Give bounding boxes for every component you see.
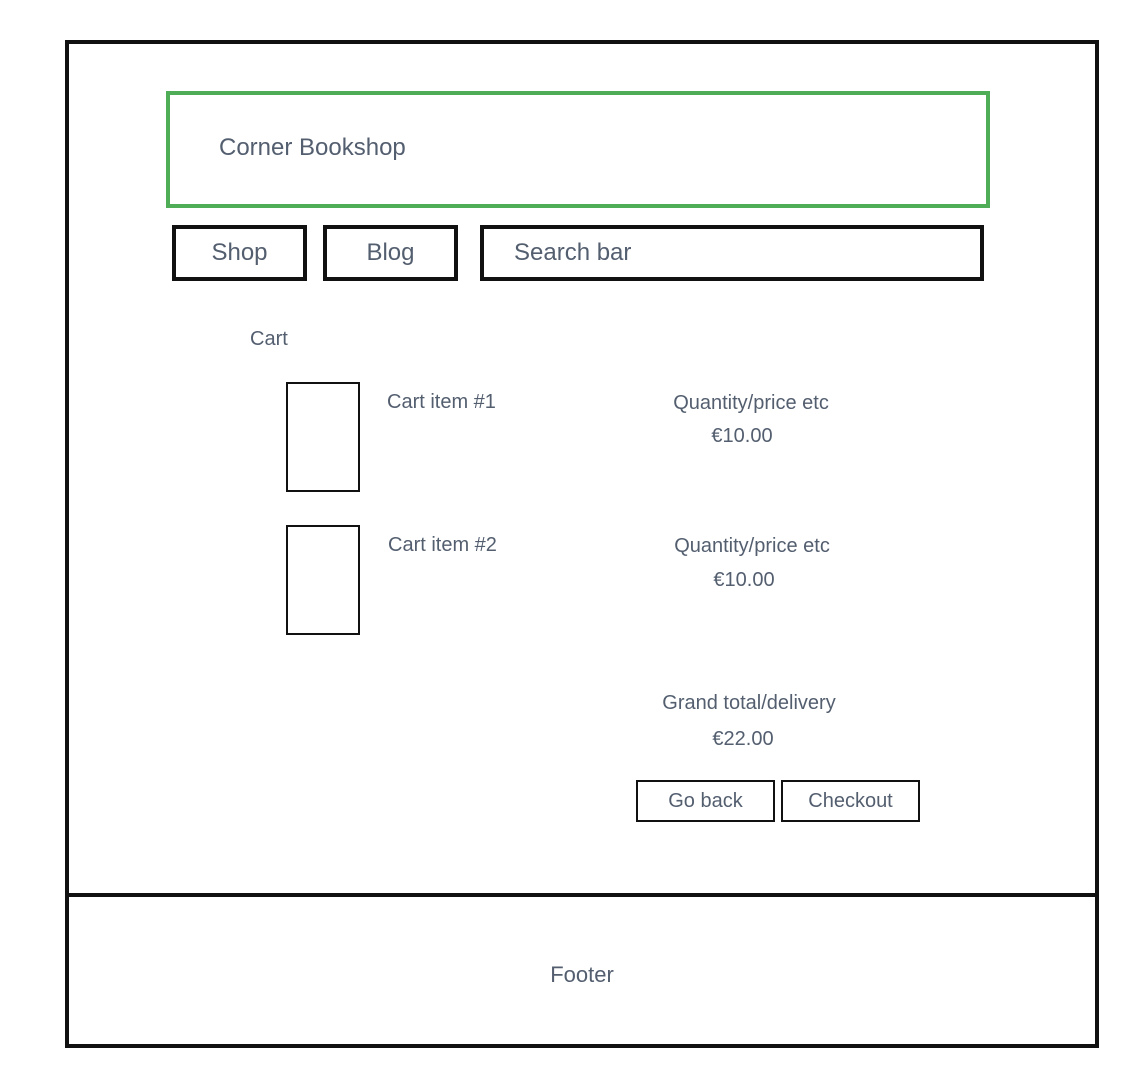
shop-nav-button[interactable]: Shop [172,225,307,281]
blog-nav-button[interactable]: Blog [323,225,458,281]
footer-label: Footer [550,962,614,987]
cart-item-1-price: €10.00 [711,425,773,447]
search-bar[interactable]: Search bar [480,225,984,281]
site-title: Corner Bookshop [219,134,406,161]
cart-item-1-details: Quantity/price etc [673,392,829,414]
footer-divider [65,893,1099,897]
cart-item-1-label: Cart item #1 [387,391,496,413]
grand-total-label: Grand total/delivery [662,692,836,714]
cart-item-2-price: €10.00 [713,569,775,591]
cart-heading: Cart [250,328,288,350]
cart-item-2-details: Quantity/price etc [674,535,830,557]
checkout-button[interactable]: Checkout [781,780,920,822]
go-back-button[interactable]: Go back [636,780,775,822]
cart-item-2-thumbnail [286,525,360,635]
grand-total-value: €22.00 [712,728,774,750]
cart-item-1-thumbnail [286,382,360,492]
cart-item-2-label: Cart item #2 [388,534,497,556]
